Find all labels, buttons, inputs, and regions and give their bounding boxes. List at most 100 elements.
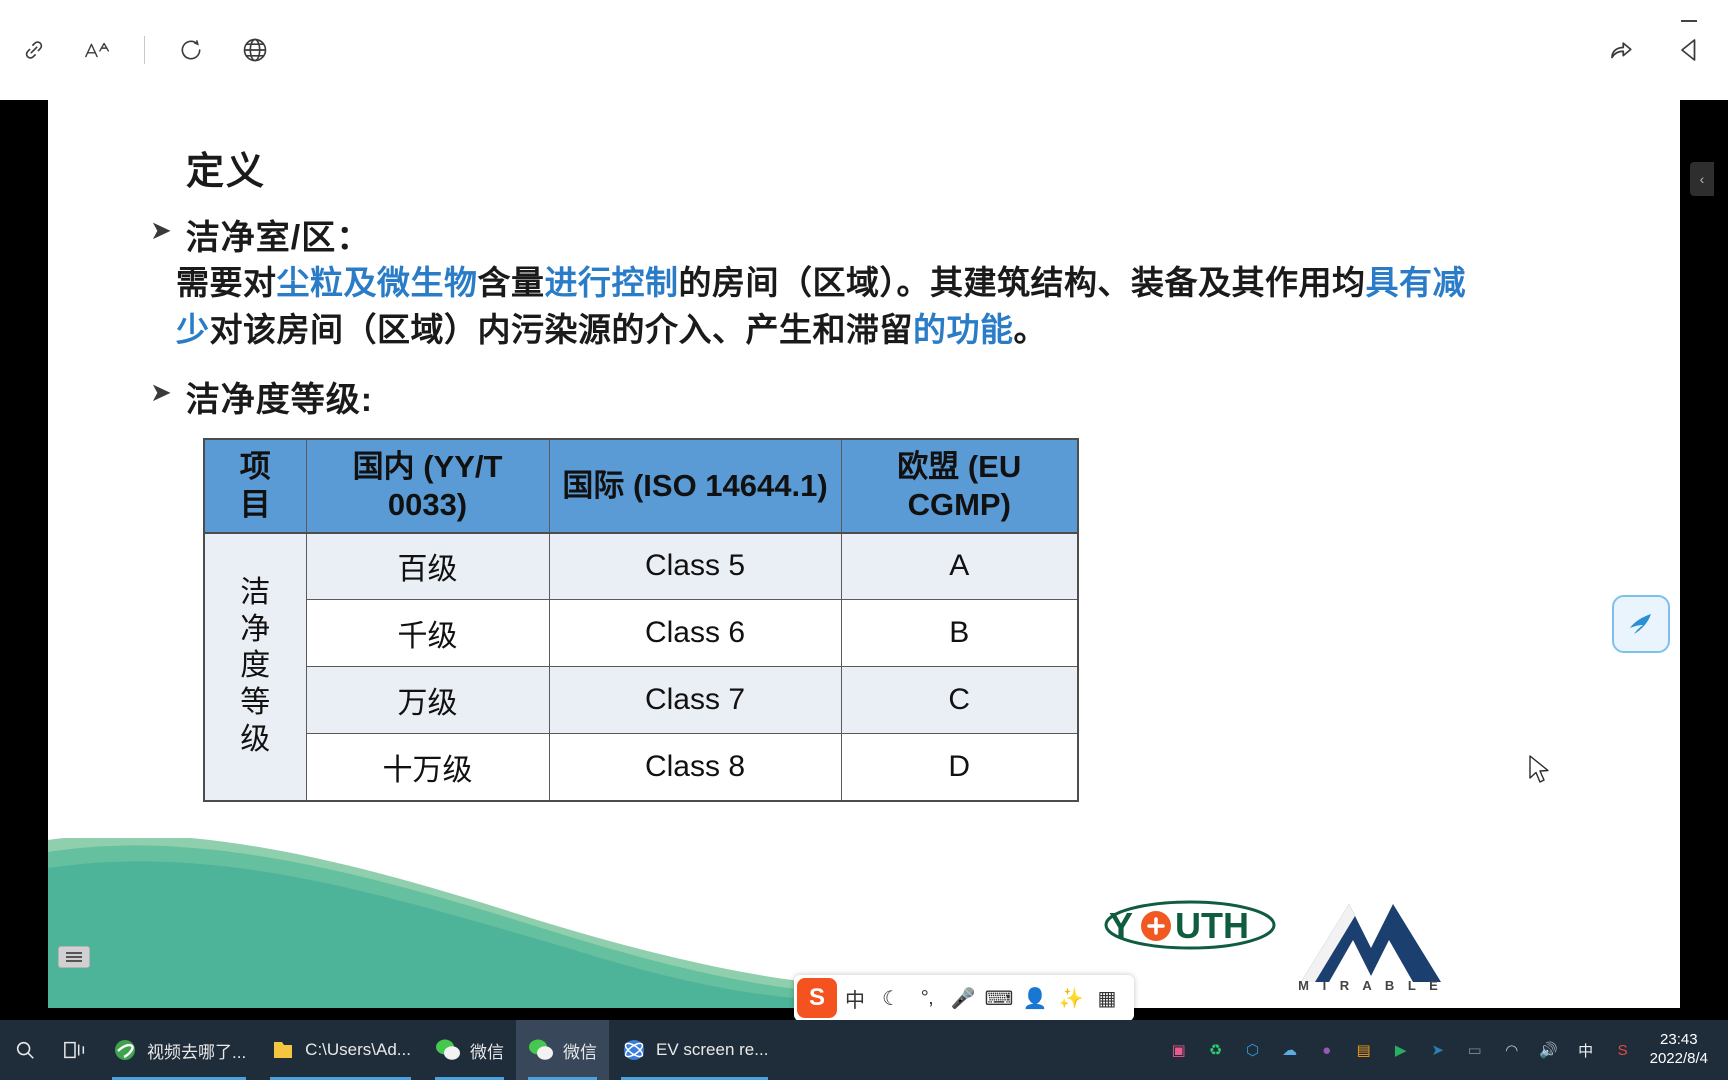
- cell-domestic: 十万级: [305, 733, 550, 802]
- mirable-logo-text: M I R A B L E: [1298, 978, 1443, 993]
- link-icon[interactable]: [12, 28, 56, 72]
- paragraph-segment-1: 尘粒及微生物: [276, 264, 478, 301]
- bullet-cleanliness-grade-label: 洁净度等级:: [185, 381, 374, 419]
- globe-icon[interactable]: [233, 28, 277, 72]
- bullet-cleanroom: ➤ 洁净室/区：: [150, 210, 371, 259]
- col-domestic: 国内 (YY/T 0033): [305, 438, 550, 534]
- cell-domestic: 百级: [305, 532, 550, 601]
- slide-menu-button[interactable]: [58, 946, 90, 968]
- taskbar-item-wechat-1[interactable]: 微信: [423, 1020, 516, 1080]
- task-view-icon[interactable]: [50, 1039, 100, 1061]
- taskbar-item-ev[interactable]: EV screen re...: [609, 1020, 780, 1080]
- tray-video-icon[interactable]: ▶: [1384, 1033, 1418, 1067]
- clock-time: 23:43: [1660, 1031, 1698, 1049]
- tray-volume-icon[interactable]: 🔊: [1532, 1033, 1566, 1067]
- table-body: 洁净度等级百级 Class 5 A 千级 Class 6 B 万级 Class 7 C 十万级 Cl…: [203, 532, 1079, 802]
- taskbar-item-label: 视频去哪了...: [147, 1042, 247, 1062]
- sogou-ime-logo[interactable]: S: [797, 978, 837, 1018]
- cell-eu: D: [840, 733, 1079, 802]
- cell-international: Class 8: [548, 733, 842, 802]
- punctuation-icon[interactable]: °‚: [909, 977, 945, 1019]
- col-international-code: (ISO 14644.1): [632, 467, 828, 503]
- table-row: 十万级 Class 8D: [204, 733, 1079, 802]
- col-item: 项 目: [203, 438, 307, 534]
- microphone-icon[interactable]: 🎤: [945, 977, 981, 1019]
- clip-icon[interactable]: [1670, 28, 1714, 72]
- definition-paragraph: 需要对尘粒及微生物含量进行控制的房间（区域）。其建筑结构、装备及其作用均具有减少…: [176, 260, 1496, 354]
- cell-international: Class 5: [548, 532, 842, 601]
- bowtie-icon[interactable]: ✨: [1053, 977, 1089, 1019]
- cell-international: Class 6: [548, 599, 842, 668]
- moon-icon[interactable]: ☾: [873, 977, 909, 1019]
- row-header-char-2: 度: [240, 649, 271, 683]
- chinese-mode-icon[interactable]: 中: [837, 977, 873, 1019]
- taskbar-clock[interactable]: 23:43 2022/8/4: [1644, 1031, 1720, 1069]
- col-international: 国际 (ISO 14644.1): [548, 438, 842, 534]
- font-size-icon[interactable]: [76, 28, 120, 72]
- paragraph-segment-0: 需要对: [176, 264, 277, 301]
- cell-international: Class 7: [548, 666, 842, 735]
- col-domestic-title: 国内: [352, 449, 415, 484]
- col-item-char2: 目: [239, 486, 271, 522]
- reader-toolbar: [0, 0, 1728, 100]
- table-row: 千级 Class 6B: [204, 599, 1079, 668]
- search-icon[interactable]: [0, 1039, 50, 1061]
- cell-eu: A: [840, 532, 1079, 601]
- swallow-icon: [1630, 614, 1651, 634]
- keyboard-icon[interactable]: ⌨: [981, 977, 1017, 1019]
- row-header-char-3: 等: [240, 685, 271, 719]
- paragraph-segment-2: 含量: [477, 264, 545, 301]
- taskbar-items: 视频去哪了... C:\Users\Ad... 微信 微信 EV screen re..…: [100, 1020, 780, 1080]
- col-item-char1: 项: [239, 449, 271, 484]
- decorative-swoosh: [48, 838, 828, 1008]
- tray-recycle-icon[interactable]: ♻: [1199, 1033, 1233, 1067]
- table-row: 洁净度等级百级 Class 5A: [203, 532, 1079, 802]
- bullet-arrow-icon: ➤: [150, 215, 172, 245]
- share-icon[interactable]: [1600, 28, 1644, 72]
- user-icon[interactable]: 👤: [1017, 977, 1053, 1019]
- windows-taskbar: 视频去哪了... C:\Users\Ad... 微信 微信 EV screen re..…: [0, 1020, 1728, 1080]
- col-eu: 欧盟 (EU CGMP): [840, 438, 1079, 534]
- table-row: 万级 Class 7C: [204, 666, 1079, 735]
- tray-cloud-icon[interactable]: ☁: [1273, 1033, 1307, 1067]
- taskbar-item-explorer[interactable]: C:\Users\Ad...: [258, 1020, 423, 1080]
- collapse-panel-button[interactable]: ‹: [1690, 162, 1714, 196]
- tray-camera-icon[interactable]: ▣: [1162, 1033, 1196, 1067]
- wechat-icon: [435, 1037, 461, 1063]
- refresh-icon[interactable]: [169, 28, 213, 72]
- tray-shield-icon[interactable]: ⬡: [1236, 1033, 1270, 1067]
- ime-toolbar[interactable]: S 中 ☾ °‚ 🎤 ⌨ 👤 ✨ ▦: [794, 975, 1134, 1021]
- tray-disc-icon[interactable]: ●: [1310, 1033, 1344, 1067]
- paragraph-segment-4: 的房间（区域）。其建筑结构、装备及其作用均: [678, 264, 1366, 301]
- cell-eu: B: [840, 599, 1079, 668]
- row-header-char-1: 净: [240, 612, 271, 646]
- taskbar-item-video[interactable]: 视频去哪了...: [100, 1020, 258, 1080]
- tray-ime-icon[interactable]: 中: [1569, 1033, 1603, 1067]
- screen-root: ‹ 定义 ➤ 洁净室/区： 需要对尘粒及微生物含量进行控制的房间（区域）。其建筑…: [0, 0, 1728, 1080]
- floating-app-button[interactable]: [1612, 595, 1670, 653]
- toolbar-left-group: [0, 28, 277, 72]
- cell-domestic: 万级: [305, 666, 550, 735]
- tray-window-icon[interactable]: ▭: [1458, 1033, 1492, 1067]
- paragraph-segment-7: 的功能: [913, 310, 1014, 348]
- minimize-button[interactable]: [1672, 10, 1706, 32]
- toolbar-divider: [144, 36, 145, 64]
- folder-icon: [270, 1037, 296, 1063]
- cell-domestic: 千级: [305, 599, 550, 668]
- row-header-cleanliness-grade: 洁净度等级: [203, 532, 307, 802]
- tray-note-icon[interactable]: ▤: [1347, 1033, 1381, 1067]
- col-international-title: 国际: [562, 467, 625, 503]
- svg-text:UTH: UTH: [1175, 905, 1249, 946]
- system-tray: ▣ ♻ ⬡ ☁ ● ▤ ▶ ➤ ▭ ◠ 🔊 中 S 23:43 2022/8/4: [1162, 1031, 1728, 1069]
- taskbar-item-wechat-2[interactable]: 微信: [515, 1020, 609, 1080]
- tray-network-icon[interactable]: ◠: [1495, 1033, 1529, 1067]
- row-header-char-4: 级: [240, 722, 271, 756]
- bullet-cleanroom-label: 洁净室/区：: [185, 219, 372, 257]
- apps-icon[interactable]: ▦: [1089, 977, 1125, 1019]
- ime-items: 中 ☾ °‚ 🎤 ⌨ 👤 ✨ ▦: [837, 977, 1125, 1019]
- tray-browser-icon[interactable]: ➤: [1421, 1033, 1455, 1067]
- cleanliness-grade-table: 项 目 国内 (YY/T 0033) 国际 (ISO 14644.1) 欧盟 (…: [203, 438, 1079, 802]
- ev-icon: [621, 1037, 647, 1063]
- tray-sogou-icon[interactable]: S: [1606, 1033, 1640, 1067]
- col-eu-title: 欧盟: [897, 449, 960, 484]
